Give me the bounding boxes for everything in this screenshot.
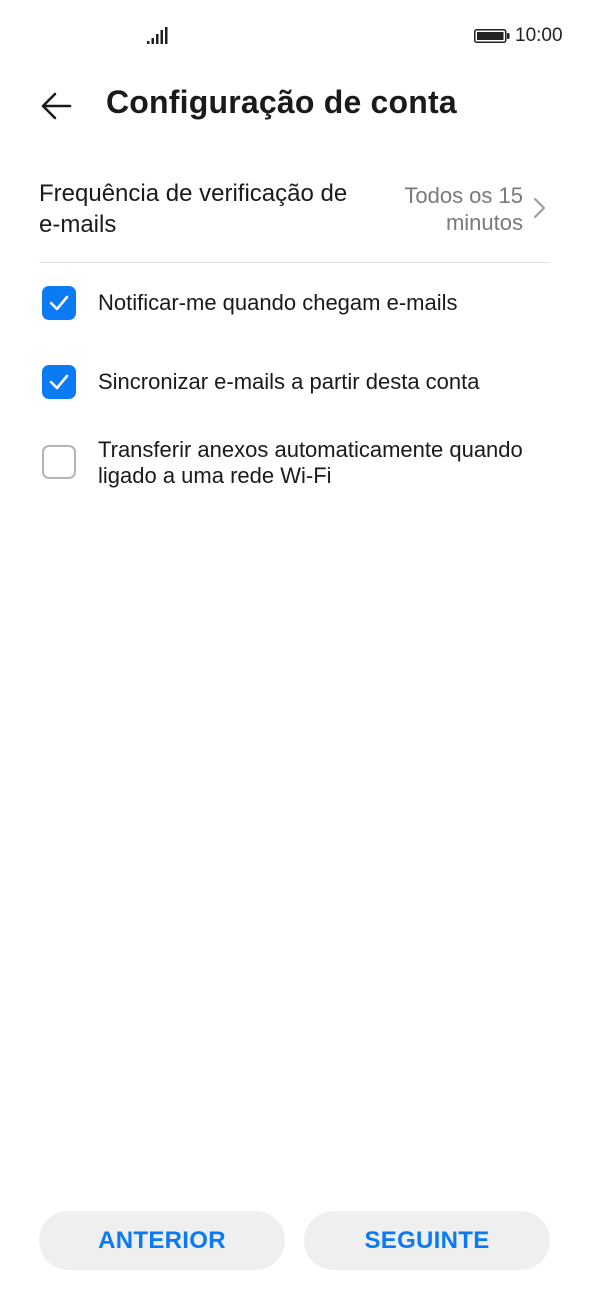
status-bar: 10:00 <box>0 0 589 72</box>
clock-time: 10:00 <box>515 25 563 46</box>
checkmark-icon <box>49 374 69 390</box>
auto-download-label: Transferir anexos automaticamente quando… <box>98 437 523 488</box>
next-button[interactable]: SEGUINTE <box>304 1211 550 1270</box>
sync-label: Sincronizar e-mails a partir desta conta <box>98 369 480 394</box>
auto-download-attachments-option[interactable]: Transferir anexos automaticamente quando… <box>42 436 552 492</box>
battery-icon <box>474 29 510 43</box>
checkmark-icon <box>49 295 69 311</box>
header: Configuração de conta <box>0 72 589 138</box>
auto-download-checkbox[interactable] <box>42 445 76 479</box>
previous-button[interactable]: ANTERIOR <box>39 1211 285 1270</box>
back-button[interactable] <box>34 86 78 126</box>
notify-checkbox[interactable] <box>42 286 76 320</box>
chevron-right-icon <box>534 198 545 218</box>
signal-icon <box>147 27 168 44</box>
notify-label: Notificar-me quando chegam e-mails <box>98 290 458 315</box>
check-frequency-label: Frequência de verificação de e-mails <box>39 180 348 238</box>
notify-new-emails-option[interactable]: Notificar-me quando chegam e-mails <box>42 285 552 325</box>
check-frequency-value: Todos os 15 minutos <box>404 183 523 235</box>
sync-checkbox[interactable] <box>42 365 76 399</box>
page-title: Configuração de conta <box>106 84 457 120</box>
arrow-left-icon <box>41 92 72 120</box>
sync-emails-option[interactable]: Sincronizar e-mails a partir desta conta <box>42 364 552 404</box>
divider <box>39 262 550 263</box>
check-frequency-setting[interactable]: Frequência de verificação de e-mails Tod… <box>39 170 550 262</box>
